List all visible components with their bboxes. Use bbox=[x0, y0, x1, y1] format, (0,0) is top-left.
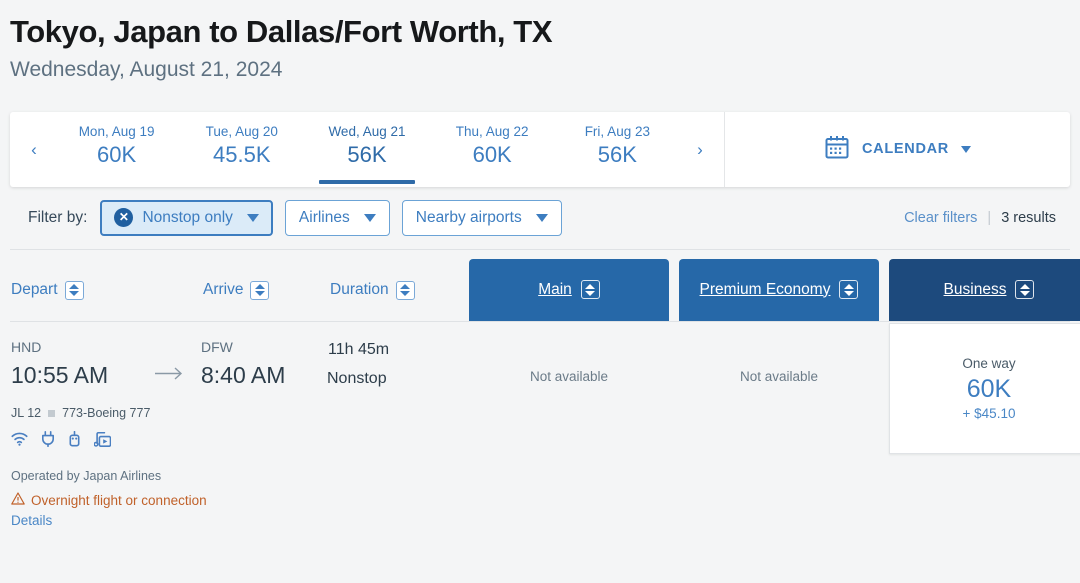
sort-updown-icon bbox=[839, 280, 859, 300]
date-option-label: Fri, Aug 23 bbox=[584, 123, 650, 139]
calendar-label: CALENDAR bbox=[862, 141, 949, 158]
calendar-toggle-button[interactable]: CALENDAR bbox=[725, 112, 1070, 187]
chevron-down-icon bbox=[960, 145, 971, 153]
flight-duration: 11h 45m bbox=[328, 340, 390, 358]
arrive-airport-code: DFW bbox=[201, 338, 233, 355]
fare-cell-business: One way 60K + $45.10 bbox=[889, 322, 1080, 454]
filter-by-label: Filter by: bbox=[28, 208, 88, 226]
fare-unavailable-text: Not available bbox=[739, 368, 819, 384]
date-option-mon-aug-19[interactable]: Mon, Aug 19 60K bbox=[65, 123, 169, 175]
clear-filters-link[interactable]: Clear filters bbox=[904, 210, 977, 226]
details-link[interactable]: Details bbox=[11, 513, 469, 528]
flight-identifier-row: JL 12 773-Boeing 777 bbox=[11, 406, 469, 420]
arrive-time: 8:40 AM bbox=[201, 362, 286, 389]
chevron-down-icon bbox=[363, 213, 376, 222]
carousel-prev-icon[interactable]: ‹ bbox=[14, 141, 54, 158]
depart-airport-code: HND bbox=[11, 338, 42, 355]
filter-chip-airlines[interactable]: Airlines bbox=[284, 199, 390, 236]
date-option-wed-aug-21[interactable]: Wed, Aug 21 56K bbox=[315, 123, 419, 184]
filter-chip-label: Nonstop only bbox=[142, 208, 233, 226]
sort-updown-icon bbox=[250, 280, 270, 300]
carousel-next-icon[interactable]: › bbox=[680, 141, 720, 158]
date-carousel-card: ‹ Mon, Aug 19 60K Tue, Aug 20 45.5K Wed,… bbox=[10, 111, 1070, 187]
chevron-down-icon bbox=[246, 213, 259, 222]
close-circle-icon[interactable]: ✕ bbox=[114, 208, 134, 228]
filter-chip-nearby-airports[interactable]: Nearby airports bbox=[401, 199, 562, 236]
flight-stops: Nonstop bbox=[327, 370, 387, 388]
fare-cell-premium-economy: Not available bbox=[679, 322, 879, 454]
filter-bar: Filter by: ✕ Nonstop only Airlines Nearb… bbox=[10, 187, 1070, 249]
sort-arrive-button[interactable]: Arrive bbox=[203, 280, 270, 300]
column-header-row: Depart Arrive Duration Main Premium Econ… bbox=[10, 250, 1080, 321]
sort-duration-button[interactable]: Duration bbox=[330, 280, 415, 300]
separator-dot-icon bbox=[48, 409, 56, 417]
column-header-duration: Duration bbox=[330, 281, 389, 299]
wifi-icon bbox=[11, 432, 28, 451]
date-option-price: 56K bbox=[597, 142, 637, 168]
filter-chip-label: Nearby airports bbox=[415, 208, 522, 226]
cabin-tab-label: Premium Economy bbox=[699, 280, 831, 298]
filter-chip-label: Airlines bbox=[298, 208, 350, 226]
entertainment-icon bbox=[93, 431, 112, 452]
page-header: Tokyo, Japan to Dallas/Fort Worth, TX We… bbox=[0, 0, 1080, 82]
sort-updown-icon bbox=[580, 280, 600, 300]
page-title: Tokyo, Japan to Dallas/Fort Worth, TX bbox=[10, 14, 553, 49]
fare-unavailable-text: Not available bbox=[529, 368, 609, 384]
date-option-fri-aug-23[interactable]: Fri, Aug 23 56K bbox=[565, 123, 669, 175]
date-option-tue-aug-20[interactable]: Tue, Aug 20 45.5K bbox=[190, 123, 294, 175]
divider: | bbox=[987, 209, 992, 226]
arrow-right-icon bbox=[139, 364, 201, 384]
fare-card-business[interactable]: One way 60K + $45.10 bbox=[889, 322, 1080, 454]
date-carousel: ‹ Mon, Aug 19 60K Tue, Aug 20 45.5K Wed,… bbox=[10, 111, 725, 187]
chevron-down-icon bbox=[535, 213, 548, 222]
date-option-label: Wed, Aug 21 bbox=[328, 123, 406, 139]
fare-cell-main: Not available bbox=[469, 322, 669, 454]
filter-chip-nonstop-only[interactable]: ✕ Nonstop only bbox=[100, 199, 273, 236]
usb-port-icon bbox=[68, 431, 81, 452]
cabin-tab-premium-economy[interactable]: Premium Economy bbox=[679, 258, 879, 321]
cabin-tab-business[interactable]: Business bbox=[889, 258, 1080, 321]
date-option-thu-aug-22[interactable]: Thu, Aug 22 60K bbox=[440, 123, 544, 175]
date-list: Mon, Aug 19 60K Tue, Aug 20 45.5K Wed, A… bbox=[54, 112, 680, 187]
page-subtitle-date: Wednesday, August 21, 2024 bbox=[10, 57, 283, 81]
date-option-label: Thu, Aug 22 bbox=[455, 123, 529, 139]
sort-depart-button[interactable]: Depart bbox=[11, 280, 84, 300]
column-header-depart: Depart bbox=[11, 281, 58, 299]
fare-miles-amount: 60K bbox=[966, 374, 1012, 403]
flight-result-row: HND DFW 11h 45m 10:55 AM 8:40 AM Nonstop… bbox=[10, 320, 1080, 528]
date-option-price: 60K bbox=[472, 142, 512, 168]
date-option-price: 45.5K bbox=[213, 142, 271, 168]
aircraft-type: 773-Boeing 777 bbox=[62, 406, 151, 421]
calendar-icon bbox=[824, 134, 850, 165]
flight-segment-info: HND DFW 11h 45m 10:55 AM 8:40 AM Nonstop… bbox=[10, 339, 469, 528]
sort-updown-icon bbox=[395, 280, 415, 300]
filter-bar-right: Clear filters | 3 results bbox=[904, 210, 1056, 226]
fare-columns: Not available Not available One way 60K … bbox=[469, 322, 1080, 454]
fare-cash-amount: + $45.10 bbox=[962, 406, 1016, 422]
depart-time: 10:55 AM bbox=[11, 362, 109, 389]
amenity-icon-list bbox=[11, 431, 469, 452]
sort-updown-icon bbox=[64, 280, 84, 300]
cabin-tab-list: Main Premium Economy Business bbox=[469, 258, 1080, 321]
date-option-price: 56K bbox=[347, 142, 387, 168]
column-header-arrive: Arrive bbox=[203, 281, 244, 299]
cabin-tab-label: Business bbox=[943, 280, 1007, 298]
date-option-label: Tue, Aug 20 bbox=[205, 123, 278, 139]
results-count: 3 results bbox=[1001, 209, 1056, 226]
date-option-price: 60K bbox=[97, 142, 137, 168]
cabin-tab-label: Main bbox=[538, 280, 572, 298]
flight-number: JL 12 bbox=[11, 406, 42, 421]
sort-updown-icon bbox=[1015, 280, 1035, 300]
overnight-warning: Overnight flight or connection bbox=[11, 492, 469, 508]
overnight-warning-text: Overnight flight or connection bbox=[31, 492, 207, 508]
cabin-tab-main[interactable]: Main bbox=[469, 258, 669, 321]
results-table: Depart Arrive Duration Main Premium Econ… bbox=[10, 248, 1080, 528]
operated-by-text: Operated by Japan Airlines bbox=[11, 469, 162, 484]
fare-trip-type: One way bbox=[962, 355, 1016, 371]
date-option-label: Mon, Aug 19 bbox=[78, 123, 155, 139]
power-outlet-icon bbox=[41, 431, 55, 452]
warning-triangle-icon bbox=[11, 492, 25, 508]
